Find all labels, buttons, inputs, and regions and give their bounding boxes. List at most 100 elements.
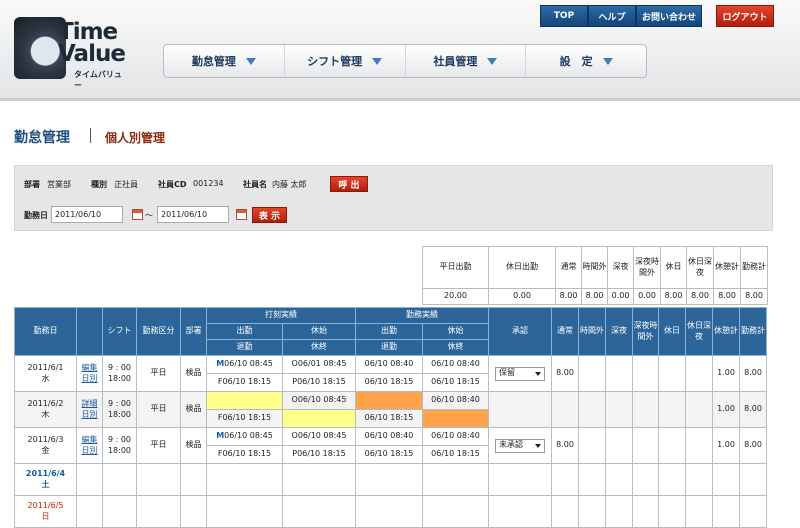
logout-button[interactable]: ログアウト xyxy=(716,5,774,27)
break-total-cell: 1.00 xyxy=(712,391,740,428)
chevron-down-icon xyxy=(487,57,498,65)
table-row: 2011/6/5 日 xyxy=(14,495,767,528)
work-out-cell[interactable]: 06/10 18:15 xyxy=(355,373,423,392)
work-rest-cell[interactable]: 06/10 08:40 xyxy=(422,391,489,410)
work-rest-end-cell[interactable]: 06/10 18:15 xyxy=(422,445,489,464)
night-ot-cell xyxy=(632,391,659,428)
dept-cell: 検品 xyxy=(180,355,207,392)
holiday-night-cell xyxy=(685,427,713,464)
date-from-input[interactable]: 2011/06/10 xyxy=(51,206,123,223)
menu-shift-label: シフト管理 xyxy=(307,55,363,68)
clock-rest-cell[interactable]: O06/01 08:45 xyxy=(282,355,356,374)
clock-rest-end-cell[interactable]: P06/10 18:15 xyxy=(282,373,356,392)
top-button[interactable]: TOP xyxy=(540,5,588,27)
summary-header: 休憩計 xyxy=(713,246,741,289)
links-cell: 詳細 日別 xyxy=(76,391,103,428)
weekday-text: 水 xyxy=(41,373,50,383)
weekday-text: 金 xyxy=(41,445,50,455)
date-text: 2011/6/2 xyxy=(27,398,64,408)
employee-name-label: 社員名 xyxy=(243,180,267,189)
night-cell xyxy=(605,427,633,464)
empty-cell xyxy=(355,495,423,528)
edit-link[interactable]: 編集 xyxy=(82,363,98,372)
approval-select[interactable]: 未承認 xyxy=(495,438,545,453)
summary-value: 8.00 xyxy=(581,288,608,305)
show-button[interactable]: 表 示 xyxy=(252,207,287,223)
clock-out-cell[interactable]: F06/10 18:15 xyxy=(206,409,283,428)
menu-shift[interactable]: シフト管理 xyxy=(285,45,406,77)
chevron-down-icon xyxy=(372,57,383,65)
summary-value: 8.00 xyxy=(555,288,582,305)
table-row: 2011/6/2 木 詳細 日別 9 : 00 18:00 平日 検品 O06/10 … xyxy=(14,391,767,428)
date-range-tilde: ～ xyxy=(145,211,153,220)
clock-in-cell-missing[interactable] xyxy=(206,391,283,410)
work-rest-end-cell[interactable]: 06/10 18:15 xyxy=(422,373,489,392)
help-button[interactable]: ヘルプ xyxy=(588,5,636,27)
summary-table: 平日出勤 休日出勤 通常 時間外 深夜 深夜時間外 休日 休日深夜 休憩計 勤務… xyxy=(422,246,768,305)
calendar-icon[interactable] xyxy=(236,209,247,220)
clock-rest-end-cell-missing[interactable] xyxy=(282,409,356,428)
empty-cell xyxy=(422,463,489,496)
edit-link[interactable]: 編集 xyxy=(82,435,98,444)
table-row: 2011/6/3 金 編集 日別 9 : 00 18:00 平日 検品 M06/10 … xyxy=(14,427,767,464)
menu-attendance[interactable]: 勤怠管理 xyxy=(164,45,285,77)
contact-button[interactable]: お問い合わせ xyxy=(636,5,702,27)
shift-end: 18:00 xyxy=(107,445,132,455)
shift-start: 9 : 00 xyxy=(107,434,132,444)
night-ot-cell xyxy=(632,355,659,392)
summary-value: 8.00 xyxy=(660,288,687,305)
col-dakoku: 打刻実績 xyxy=(206,307,356,324)
approve-cell: 未承認 xyxy=(488,427,552,464)
title-divider xyxy=(90,128,91,143)
overtime-cell xyxy=(578,355,606,392)
empty-cell xyxy=(739,463,767,496)
work-rest-end-cell-missing[interactable] xyxy=(422,409,489,428)
work-in-cell-missing[interactable] xyxy=(355,391,423,410)
date-text: 2011/6/4 xyxy=(25,468,66,478)
manual-mark: M xyxy=(216,359,225,369)
page-title: 勤怠管理 xyxy=(14,130,70,146)
shift-cell: 9 : 00 18:00 xyxy=(102,391,137,428)
clock-in-value: 06/10 08:45 xyxy=(224,431,273,441)
empty-cell xyxy=(488,495,552,528)
break-total-cell: 1.00 xyxy=(712,355,740,392)
clock-rest-cell[interactable]: O06/10 08:45 xyxy=(282,427,356,446)
approval-value: 未承認 xyxy=(499,440,523,450)
call-button[interactable]: 呼 出 xyxy=(330,176,368,192)
work-in-cell[interactable]: 06/10 08:40 xyxy=(355,355,423,374)
clock-in-cell[interactable]: M06/10 08:45 xyxy=(206,427,283,446)
clock-out-cell[interactable]: F06/10 18:15 xyxy=(206,445,283,464)
timevalue-logo[interactable]: Time Value タイムバリュー xyxy=(14,17,126,90)
empty-cell xyxy=(685,463,713,496)
work-out-cell[interactable]: 06/10 18:15 xyxy=(355,445,423,464)
employee-cd-label: 社員CD xyxy=(158,180,187,189)
work-rest-cell[interactable]: 06/10 08:40 xyxy=(422,355,489,374)
daily-link[interactable]: 日別 xyxy=(82,410,98,419)
calendar-icon[interactable] xyxy=(132,209,143,220)
work-out-cell[interactable]: 06/10 18:15 xyxy=(355,409,423,428)
empty-cell xyxy=(136,495,181,528)
work-in-cell[interactable]: 06/10 08:40 xyxy=(355,427,423,446)
detail-link[interactable]: 詳細 xyxy=(82,399,98,408)
summary-header: 休日 xyxy=(660,246,687,289)
clock-out-cell[interactable]: F06/10 18:15 xyxy=(206,373,283,392)
menu-settings[interactable]: 設 定 xyxy=(526,45,646,77)
approval-select[interactable]: 保留 xyxy=(495,366,545,381)
date-cell: 2011/6/1 水 xyxy=(14,355,77,392)
col-holiday-night: 休日深夜 xyxy=(685,307,713,356)
clock-in-cell[interactable]: M06/10 08:45 xyxy=(206,355,283,374)
empty-cell xyxy=(551,463,579,496)
daily-link[interactable]: 日別 xyxy=(82,446,98,455)
clock-rest-cell[interactable]: O06/10 08:45 xyxy=(282,391,356,410)
logo-kana: タイムバリュー xyxy=(74,70,122,90)
work-rest-cell[interactable]: 06/10 08:40 xyxy=(422,427,489,446)
shift-end: 18:00 xyxy=(107,373,132,383)
menu-employee[interactable]: 社員管理 xyxy=(406,45,527,77)
logo-word-value: Value xyxy=(58,41,126,67)
col-work-out: 退勤 xyxy=(355,339,423,356)
date-to-input[interactable]: 2011/06/10 xyxy=(157,206,229,223)
summary-value: 20.00 xyxy=(422,288,489,305)
clock-rest-end-cell[interactable]: P06/10 18:15 xyxy=(282,445,356,464)
links-cell: 編集 日別 xyxy=(76,355,103,392)
daily-link[interactable]: 日別 xyxy=(82,374,98,383)
